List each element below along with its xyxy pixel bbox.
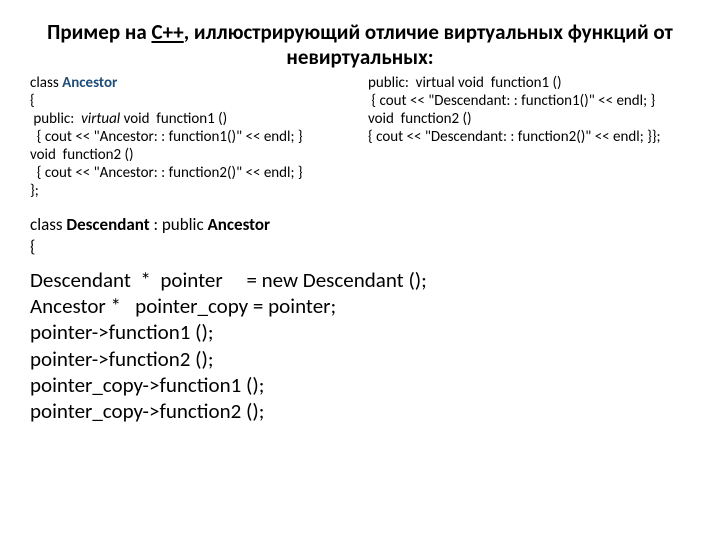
code-line: void function2 () [368, 110, 690, 128]
code-line: Ancestor * pointer_copy = pointer; [30, 293, 690, 319]
code-line: { cout << "Ancestor: : function2()" << e… [30, 164, 360, 182]
code-line: void function2 () [30, 146, 360, 164]
code-line: }; [30, 182, 360, 200]
code-line: pointer->function2 (); [30, 346, 690, 372]
code-descendant-decl: class Descendant : public Ancestor { [30, 214, 690, 257]
code-line: { cout << "Descendant: : function1()" <<… [368, 92, 690, 110]
class-name: Ancestor [207, 214, 270, 235]
code-line: { [30, 236, 690, 257]
txt: : public [150, 214, 208, 235]
page-title: Пример на C++, иллюстрирующий отличие ви… [30, 20, 690, 70]
title-part1: Пример на [47, 19, 151, 45]
kw: class [30, 74, 62, 92]
code-line: pointer_copy->function1 (); [30, 372, 690, 398]
code-line: pointer_copy->function2 (); [30, 398, 690, 424]
txt: void function1 () [120, 110, 227, 128]
code-line: pointer->function1 (); [30, 319, 690, 345]
class-name: Descendant [66, 214, 149, 235]
code-line: public: virtual void function1 () [30, 110, 360, 128]
code-left: class Ancestor { public: virtual void fu… [30, 74, 360, 200]
class-name: Ancestor [62, 74, 117, 92]
code-line: public: virtual void function1 () [368, 74, 690, 92]
title-underlined: C++ [151, 19, 183, 45]
code-columns: class Ancestor { public: virtual void fu… [30, 74, 690, 200]
code-line: Descendant * pointer = new Descendant ()… [30, 267, 690, 293]
code-line: class Descendant : public Ancestor [30, 214, 690, 235]
code-line: { cout << "Ancestor: : function1()" << e… [30, 128, 360, 146]
title-part2: , иллюстрирующий отличие виртуальных фун… [184, 19, 673, 70]
txt: class [30, 214, 66, 235]
virtual-kw: virtual [81, 110, 120, 128]
code-line: { [30, 92, 360, 110]
code-usage: Descendant * pointer = new Descendant ()… [30, 267, 690, 425]
txt: public: [30, 110, 81, 128]
code-line: { cout << "Descendant: : function2()" <<… [368, 128, 690, 146]
code-line: class Ancestor [30, 74, 360, 92]
code-right: public: virtual void function1 () { cout… [368, 74, 690, 200]
